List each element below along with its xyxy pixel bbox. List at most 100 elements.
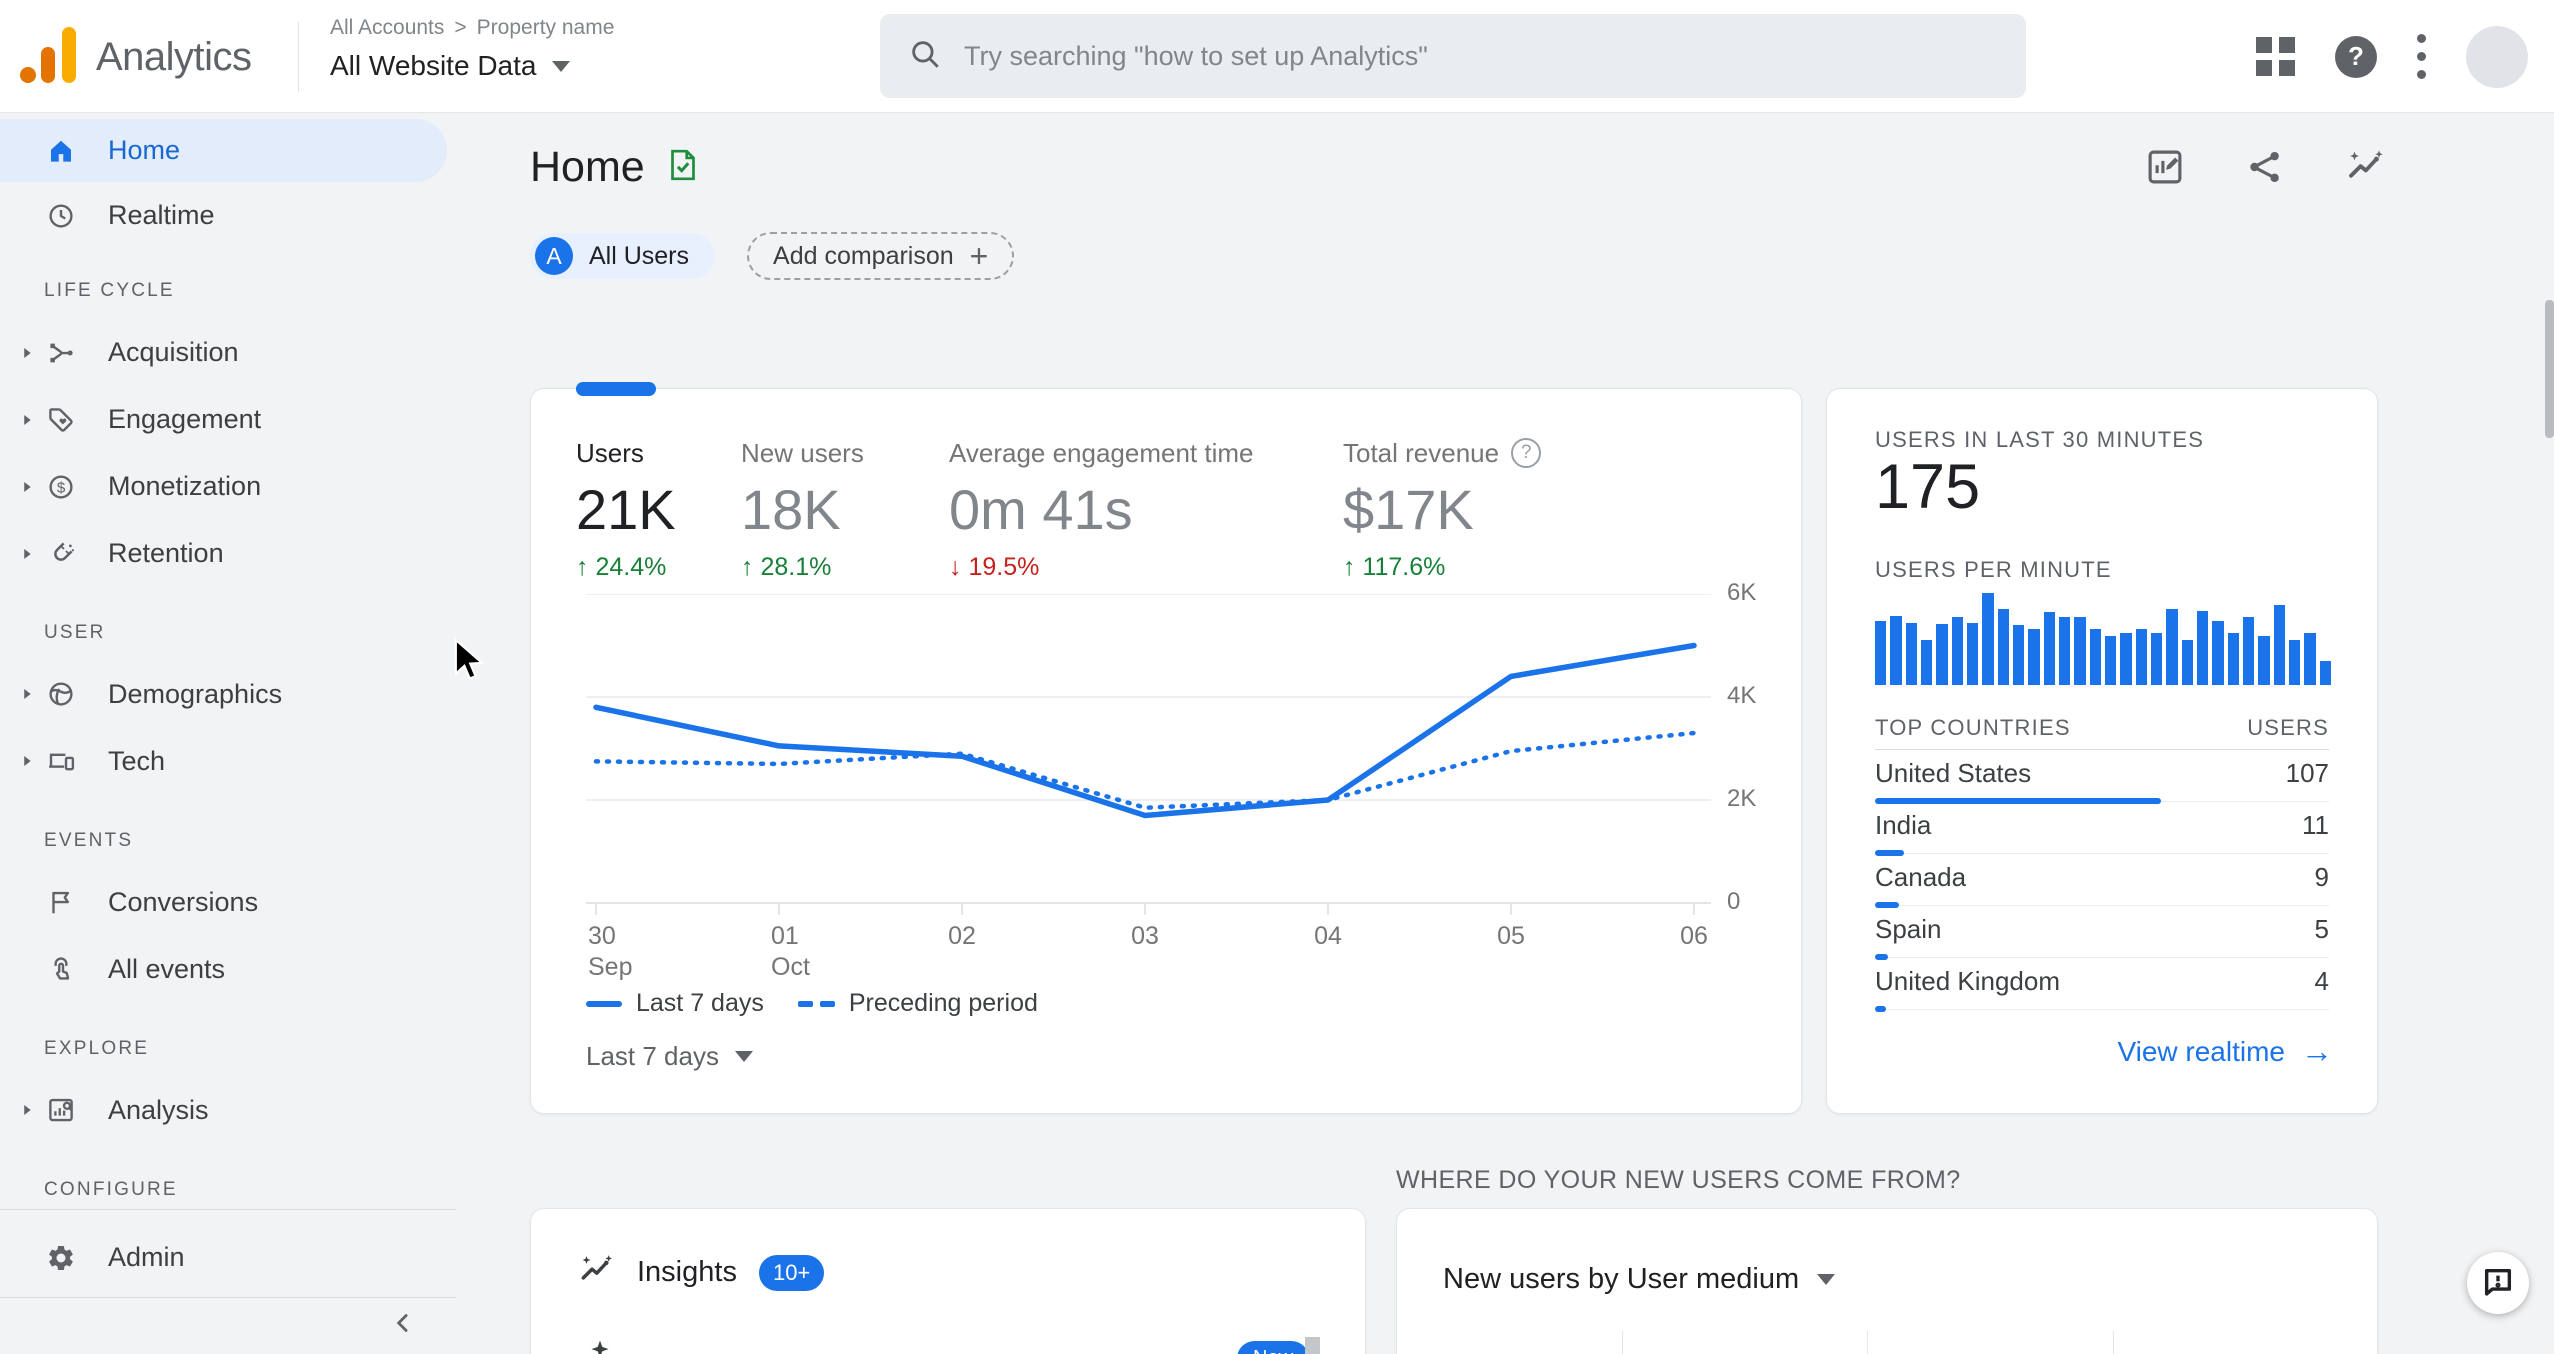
country-users-value: 4	[2314, 966, 2329, 996]
sidebar-section-explore: EXPLORE	[44, 1037, 150, 1059]
avatar	[2466, 25, 2528, 88]
arrow-right-icon: →	[2301, 1033, 2333, 1069]
users-30min-value: 175	[1875, 452, 1981, 522]
mouse-cursor	[452, 637, 488, 687]
all-users-label: All Users	[589, 241, 690, 270]
x-axis-tick: 03	[1131, 922, 1159, 950]
app-header: Analytics All Accounts > Property name A…	[0, 0, 2554, 113]
sidebar-item-monetization[interactable]: $ Monetization	[0, 453, 456, 520]
metric-tab-new-users[interactable]: New users 18K ↑ 28.1%	[741, 437, 949, 582]
add-comparison-button[interactable]: Add comparison +	[747, 232, 1015, 280]
chevron-right-icon[interactable]	[16, 543, 38, 565]
property-selector-label: All Website Data	[330, 50, 537, 81]
new-users-dimension-selector[interactable]: New users by User medium	[1443, 1263, 1836, 1296]
metric-tab-average-engagement-time[interactable]: Average engagement time 0m 41s ↓ 19.5%	[949, 437, 1343, 582]
plus-icon: +	[969, 237, 989, 274]
country-name: India	[1875, 810, 1932, 840]
chevron-right-icon[interactable]	[16, 409, 38, 431]
sidebar-item-admin[interactable]: Admin	[0, 1224, 456, 1291]
sidebar-item-all-events[interactable]: All events	[0, 936, 456, 1003]
sidebar-item-tech[interactable]: Tech	[0, 728, 456, 795]
country-row-spain: Spain 5	[1875, 906, 2329, 960]
all-events-icon	[46, 954, 76, 984]
metric-value: 0m 41s	[949, 478, 1133, 541]
metric-value: 21K	[576, 478, 676, 541]
apps-grid-button[interactable]	[2256, 37, 2295, 76]
acquisition-icon	[46, 338, 76, 368]
insights-count-badge[interactable]: 10+	[758, 1254, 825, 1291]
chevron-right-icon[interactable]	[16, 342, 38, 364]
chevron-down-icon	[552, 60, 571, 72]
insights-title: Insights	[637, 1256, 737, 1288]
x-axis-tick: 05	[1497, 922, 1525, 950]
sidebar-item-demographics[interactable]: Demographics	[0, 661, 456, 728]
dashed-line-swatch	[797, 1000, 835, 1007]
metric-label: Users	[576, 438, 644, 468]
sidebar-item-conversions[interactable]: Conversions	[0, 869, 456, 936]
report-verified-icon	[665, 147, 701, 188]
chevron-right-icon[interactable]	[16, 1099, 38, 1121]
collapse-sidebar-button[interactable]	[0, 1298, 456, 1354]
chart-gridline	[2113, 1331, 2114, 1354]
insights-sparkle-button[interactable]	[2344, 146, 2386, 188]
view-realtime-link[interactable]: View realtime →	[2117, 1033, 2333, 1070]
breadcrumb-property[interactable]: Property name	[477, 16, 615, 40]
per-minute-bar	[2028, 629, 2040, 685]
breadcrumb-account[interactable]: All Accounts	[330, 16, 444, 40]
per-minute-bar	[1920, 640, 1933, 685]
breadcrumb-separator: >	[454, 16, 467, 39]
insights-scrollbar[interactable]	[1305, 1337, 1320, 1354]
chevron-right-icon[interactable]	[16, 476, 38, 498]
country-users-value: 11	[2302, 810, 2329, 840]
header-divider	[298, 22, 299, 92]
sidebar-item-realtime[interactable]: Realtime	[0, 182, 456, 249]
per-minute-bar	[2212, 621, 2224, 685]
top-countries-col-label: TOP COUNTRIES	[1875, 715, 2071, 740]
sidebar-item-analysis[interactable]: Analysis	[0, 1077, 456, 1144]
sidebar-section-configure: CONFIGURE	[44, 1178, 178, 1200]
account-avatar[interactable]	[2466, 25, 2528, 88]
sidebar-item-retention[interactable]: Retention	[0, 520, 456, 587]
per-minute-bar	[2304, 633, 2316, 685]
country-row-united-states: United States 107	[1875, 750, 2329, 804]
users-30min-label: USERS IN LAST 30 MINUTES	[1875, 427, 2205, 452]
sidebar-section-life-cycle: LIFE CYCLE	[44, 280, 175, 302]
help-button[interactable]: ?	[2335, 35, 2377, 78]
per-minute-bar	[2258, 636, 2270, 685]
sidebar-item-acquisition[interactable]: Acquisition	[0, 319, 456, 386]
more-options-button[interactable]	[2417, 34, 2426, 79]
metric-help-icon[interactable]: ?	[1511, 438, 1542, 468]
metric-label: Total revenue?	[1343, 437, 1763, 469]
sidebar-item-home[interactable]: Home	[0, 119, 447, 183]
y-axis-tick: 6K	[1727, 579, 1757, 606]
search-input[interactable]	[964, 40, 1998, 72]
metric-tab-total-revenue[interactable]: Total revenue? $17K ↑ 117.6%	[1343, 437, 1763, 582]
metric-tab-users[interactable]: Users 21K ↑ 24.4%	[576, 437, 741, 582]
per-minute-bar	[2150, 633, 2163, 685]
y-axis-tick: 2K	[1727, 785, 1757, 812]
sidebar-item-label: Engagement	[108, 404, 262, 435]
per-minute-bar	[2319, 661, 2331, 685]
help-icon: ?	[2335, 35, 2377, 78]
insight-new-badge: New	[1237, 1341, 1310, 1354]
metric-value: 18K	[741, 478, 841, 541]
search-bar[interactable]	[880, 14, 2026, 98]
country-name: United Kingdom	[1875, 966, 2060, 996]
chevron-right-icon[interactable]	[16, 683, 38, 705]
chevron-right-icon[interactable]	[16, 750, 38, 772]
property-selector[interactable]: All Website Data	[330, 50, 571, 82]
date-range-selector[interactable]: Last 7 days	[586, 1041, 753, 1072]
customize-report-button[interactable]	[2144, 146, 2186, 188]
analytics-logo[interactable]: Analytics	[18, 24, 252, 91]
engagement-tag-icon	[46, 405, 76, 435]
sidebar-divider	[0, 1209, 456, 1211]
share-button[interactable]	[2244, 146, 2286, 188]
sidebar-item-engagement[interactable]: Engagement	[0, 386, 456, 453]
metric-delta: ↑ 28.1%	[741, 553, 832, 581]
feedback-button[interactable]	[2467, 1252, 2529, 1314]
metric-delta: ↑ 117.6%	[1343, 553, 1446, 581]
all-users-chip[interactable]: A All Users	[530, 233, 716, 279]
retention-magnet-icon	[46, 539, 76, 569]
page-scrollbar[interactable]	[2545, 300, 2554, 438]
chart-gridline	[1622, 1331, 1623, 1354]
